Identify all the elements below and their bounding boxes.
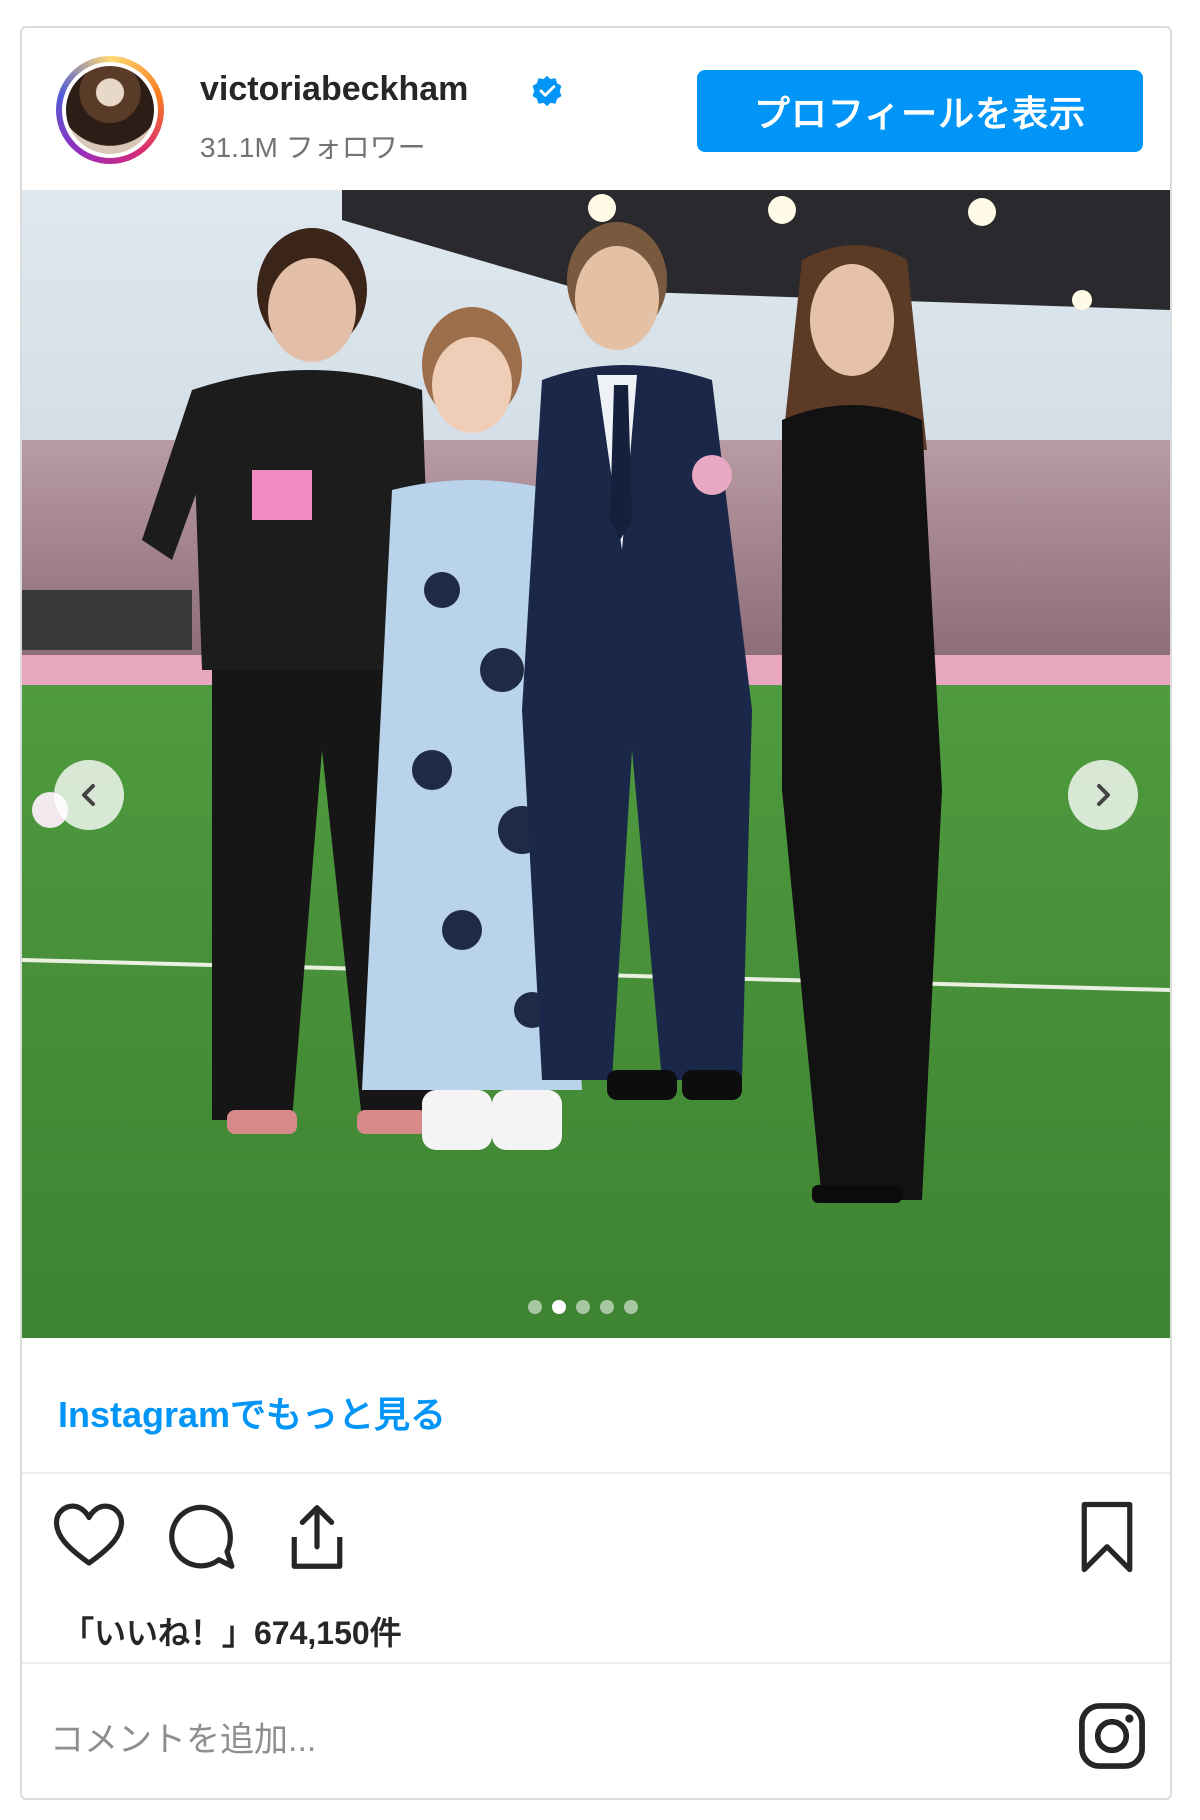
chevron-left-icon	[82, 784, 95, 806]
action-bar	[22, 1498, 1170, 1578]
post-photo[interactable]	[22, 190, 1170, 1338]
carousel-indicator	[528, 1300, 638, 1314]
view-more-on-instagram-link[interactable]: Instagramでもっと見る	[58, 1386, 446, 1438]
chevron-right-icon	[1097, 784, 1110, 806]
carousel-prev-button[interactable]	[54, 760, 124, 830]
follower-count: 31.1M フォロワー	[200, 132, 426, 163]
carousel-dot	[624, 1300, 638, 1314]
post-header: victoriabeckham 31.1M フォロワー プロフィールを表示	[22, 28, 1170, 190]
bookmark-icon[interactable]	[1068, 1498, 1146, 1576]
avatar[interactable]	[62, 62, 158, 158]
add-comment-input[interactable]: コメントを追加...	[50, 1712, 316, 1761]
carousel-dot	[528, 1300, 542, 1314]
carousel-dot	[576, 1300, 590, 1314]
comment-icon[interactable]	[162, 1498, 240, 1576]
verified-badge-icon	[532, 75, 562, 107]
instagram-icon[interactable]	[1074, 1698, 1150, 1774]
heart-icon[interactable]	[50, 1498, 128, 1576]
divider	[22, 1662, 1170, 1664]
carousel-dot	[600, 1300, 614, 1314]
like-count[interactable]: 「いいね！」674,150件	[62, 1608, 402, 1654]
carousel-dot	[552, 1300, 566, 1314]
view-profile-button[interactable]: プロフィールを表示	[697, 70, 1143, 152]
share-icon[interactable]	[278, 1498, 356, 1576]
photo-illustration	[22, 190, 1170, 1338]
carousel-next-button[interactable]	[1068, 760, 1138, 830]
profile-avatar-ring[interactable]	[56, 56, 164, 164]
username[interactable]: victoriabeckham	[200, 70, 468, 109]
divider	[22, 1472, 1170, 1474]
instagram-embed-card: victoriabeckham 31.1M フォロワー プロフィールを表示 In…	[20, 26, 1172, 1800]
